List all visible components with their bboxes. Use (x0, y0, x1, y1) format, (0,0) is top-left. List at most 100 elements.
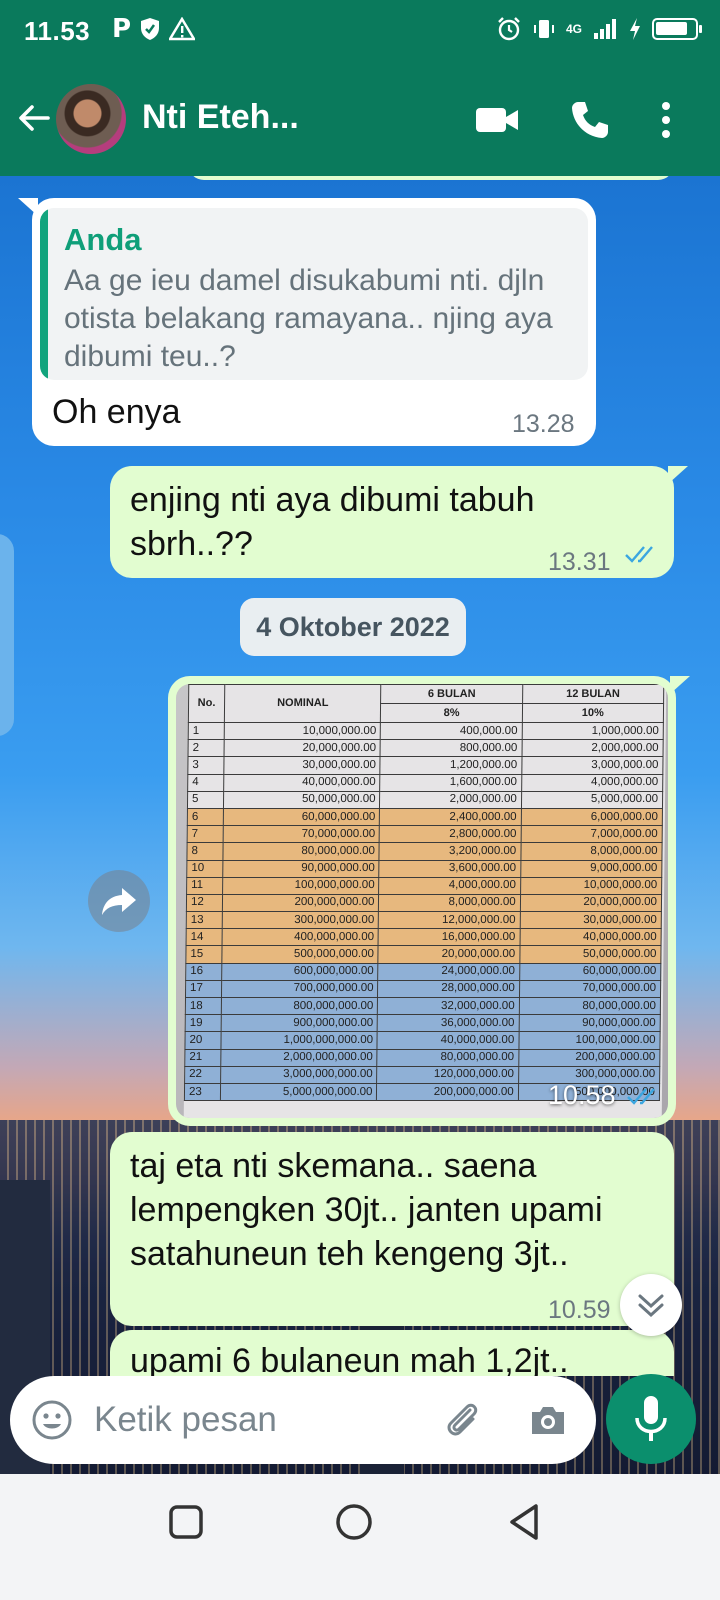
table-row: 5 50,000,000.00 2,000,000.00 5,000,000.00 (187, 791, 663, 809)
table-cell-no: 18 (185, 997, 222, 1015)
forward-button[interactable] (88, 870, 150, 932)
camera-icon[interactable] (526, 1398, 570, 1442)
vibrate-icon (533, 20, 554, 38)
message-text: Oh enya (52, 393, 181, 431)
table-cell-value: 300,000,000.00 (222, 911, 379, 929)
back-nav-icon[interactable] (504, 1500, 548, 1544)
top-bar: 11.53 P 4G Nti Eteh... (0, 0, 720, 176)
table-cell-value: 4,000,000.00 (379, 877, 521, 895)
table-cell-value: 60,000,000.00 (223, 808, 380, 826)
image-photo[interactable]: No. NOMINAL 6 BULAN 12 BULAN 8% 10% 1 10,… (176, 684, 668, 1118)
table-header-6-bulan: 6 BULAN (381, 684, 523, 704)
table-cell-value: 2,000,000.00 (521, 739, 664, 757)
table-cell-value: 4,000,000.00 (521, 774, 663, 792)
status-time: 11.53 (24, 16, 91, 46)
back-arrow-icon[interactable] (14, 98, 54, 138)
network-type: 4G (565, 22, 582, 36)
table-cell-value: 400,000,000.00 (222, 928, 379, 946)
outgoing-message-partial[interactable]: upami 6 bulaneun mah 1,2jt.. (110, 1330, 674, 1376)
table-row: 17 700,000,000.00 28,000,000.00 70,000,000.… (185, 980, 661, 998)
read-ticks-icon (625, 546, 653, 563)
outgoing-message[interactable]: enjing nti aya dibumi tabuh sbrh..?? 13.… (110, 466, 688, 578)
table-row: 1 10,000,000.00 400,000.00 1,000,000.00 (188, 722, 664, 740)
table-cell-value: 90,000,000.00 (222, 860, 380, 878)
table-row: 7 70,000,000.00 2,800,000.00 7,000,000.00 (187, 825, 663, 843)
table-cell-value: 3,000,000.00 (521, 756, 664, 775)
table-cell-value: 7,000,000.00 (520, 825, 663, 843)
table-row: 15 500,000,000.00 20,000,000.00 50,000,000.… (185, 945, 662, 964)
table-body: 1 10,000,000.00 400,000.00 1,000,000.00 2 20,… (184, 722, 664, 1101)
table-cell-no: 2 (188, 739, 225, 757)
voice-message-button[interactable] (606, 1374, 696, 1464)
table-cell-value: 80,000,000.00 (519, 997, 661, 1015)
quote-text: Aa ge ieu damel disukabumi nti. djln oti… (64, 264, 553, 373)
composer (10, 1376, 596, 1464)
table-cell-value: 400,000.00 (380, 722, 523, 740)
table-cell-no: 23 (184, 1083, 221, 1101)
parking-icon: P (112, 14, 132, 44)
attach-icon[interactable] (440, 1398, 484, 1442)
table-row: 13 300,000,000.00 12,000,000.00 30,000,000.… (186, 911, 662, 929)
table-cell-value: 120,000,000.00 (377, 1066, 519, 1084)
contact-name[interactable]: Nti Eteh... (142, 98, 299, 137)
charging-icon (630, 18, 640, 40)
table-cell-no: 16 (185, 963, 222, 981)
table-cell-value: 6,000,000.00 (521, 808, 663, 826)
recent-apps-icon[interactable] (164, 1500, 208, 1544)
table-header-nominal: NOMINAL (224, 684, 382, 723)
signal-icon (594, 19, 616, 39)
more-vert-icon[interactable] (656, 98, 676, 142)
message-time: 10.59 (548, 1296, 611, 1324)
table-cell-value: 50,000,000.00 (223, 791, 381, 809)
table-cell-no: 12 (186, 894, 223, 912)
outgoing-message[interactable]: taj eta nti skemana.. saena lempengken 3… (110, 1132, 674, 1326)
home-icon[interactable] (332, 1500, 376, 1544)
table-cell-no: 6 (187, 808, 224, 826)
emoji-icon[interactable] (30, 1398, 74, 1442)
table-row: 12 200,000,000.00 8,000,000.00 20,000,000.0… (186, 894, 662, 912)
table-row: 20 1,000,000,000.00 40,000,000.00 100,000,0… (184, 1031, 661, 1050)
table-row: 3 30,000,000.00 1,200,000.00 3,000,000.00 (187, 756, 664, 775)
table-cell-value: 12,000,000.00 (378, 911, 521, 929)
table-cell-no: 4 (187, 774, 224, 792)
table-cell-no: 10 (186, 860, 223, 878)
table-cell-value: 3,600,000.00 (379, 860, 521, 878)
table-cell-value: 2,000,000.00 (379, 791, 522, 809)
double-chevron-down-icon (638, 1294, 664, 1318)
scroll-to-bottom-button[interactable] (620, 1274, 682, 1336)
table-row: 11 100,000,000.00 4,000,000.00 10,000,000.0… (186, 877, 662, 895)
table-cell-value: 1,000,000,000.00 (220, 1031, 378, 1050)
table-cell-no: 5 (187, 791, 224, 809)
table-cell-no: 3 (187, 756, 225, 775)
microphone-icon (635, 1396, 667, 1441)
chat-header: Nti Eteh... (0, 70, 720, 174)
table-cell-no: 19 (185, 1014, 222, 1032)
quote-bar (40, 208, 48, 380)
table-cell-no: 14 (186, 928, 223, 946)
table-cell-value: 32,000,000.00 (377, 997, 520, 1015)
phone-icon[interactable] (568, 98, 612, 142)
table-header-12-bulan: 12 BULAN (522, 684, 664, 704)
table-cell-value: 80,000,000.00 (377, 1049, 519, 1067)
table-cell-no: 13 (186, 911, 223, 929)
message-input[interactable] (94, 1396, 414, 1444)
table-cell-no: 21 (184, 1049, 221, 1067)
table-header-rate-12: 10% (522, 703, 664, 723)
table-row: 14 400,000,000.00 16,000,000.00 40,000,000.… (186, 928, 662, 946)
table-cell-value: 40,000,000.00 (377, 1031, 519, 1050)
message-time: 13.31 (548, 548, 611, 576)
table-cell-value: 50,000,000.00 (519, 945, 662, 964)
quoted-message[interactable]: Anda Aa ge ieu damel disukabumi nti. djl… (40, 208, 588, 380)
table-cell-value: 200,000,000.00 (518, 1049, 660, 1067)
table-row: 16 600,000,000.00 24,000,000.00 60,000,000.… (185, 963, 661, 981)
shield-icon (141, 18, 160, 40)
table-cell-value: 5,000,000,000.00 (220, 1083, 378, 1101)
video-call-icon[interactable] (474, 100, 520, 140)
bubble-tail (18, 198, 38, 216)
warning-icon (169, 17, 196, 41)
interest-table: No. NOMINAL 6 BULAN 12 BULAN 8% 10% 1 10,… (184, 684, 664, 1101)
contact-avatar[interactable] (56, 84, 126, 154)
battery-level (656, 22, 687, 35)
table-sheet: No. NOMINAL 6 BULAN 12 BULAN 8% 10% 1 10,… (183, 684, 667, 1118)
date-divider: 4 Oktober 2022 (240, 598, 466, 656)
